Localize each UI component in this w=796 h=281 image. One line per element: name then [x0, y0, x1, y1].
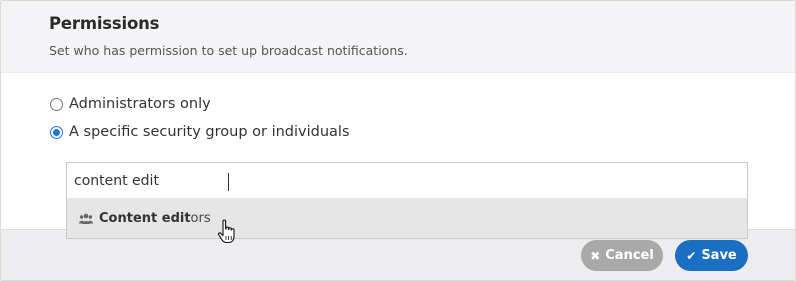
hand-pointer-cursor-icon: [217, 219, 235, 244]
radio-option-security-group[interactable]: A specific security group or individuals: [50, 124, 350, 140]
radio-label-administrators: Administrators only: [69, 96, 211, 112]
group-search-input[interactable]: [74, 171, 734, 191]
cancel-button[interactable]: ✖ Cancel: [581, 240, 663, 271]
radio-security-group[interactable]: [50, 125, 63, 139]
panel-title: Permissions: [49, 14, 160, 33]
text-caret: [228, 173, 229, 191]
radio-option-administrators[interactable]: Administrators only: [50, 96, 211, 112]
autocomplete-option-content-editors[interactable]: Content edit ors: [67, 198, 747, 238]
panel-header: Permissions Set who has permission to se…: [1, 1, 795, 73]
permissions-panel: Permissions Set who has permission to se…: [0, 0, 796, 281]
group-icon: [79, 213, 93, 224]
panel-subtitle: Set who has permission to set up broadca…: [49, 43, 408, 58]
save-button[interactable]: ✔ Save: [675, 240, 748, 271]
x-icon: ✖: [590, 248, 601, 263]
group-search-field[interactable]: [66, 162, 748, 199]
radio-administrators-only[interactable]: [50, 97, 63, 111]
cancel-button-label: Cancel: [605, 248, 654, 263]
radio-label-security-group: A specific security group or individuals: [69, 124, 350, 140]
autocomplete-dropdown: Content edit ors: [66, 198, 748, 239]
option-match-text: Content edit: [99, 210, 191, 226]
save-button-label: Save: [701, 248, 737, 263]
checkmark-icon: ✔: [686, 248, 697, 263]
option-remaining-text: ors: [190, 210, 211, 226]
